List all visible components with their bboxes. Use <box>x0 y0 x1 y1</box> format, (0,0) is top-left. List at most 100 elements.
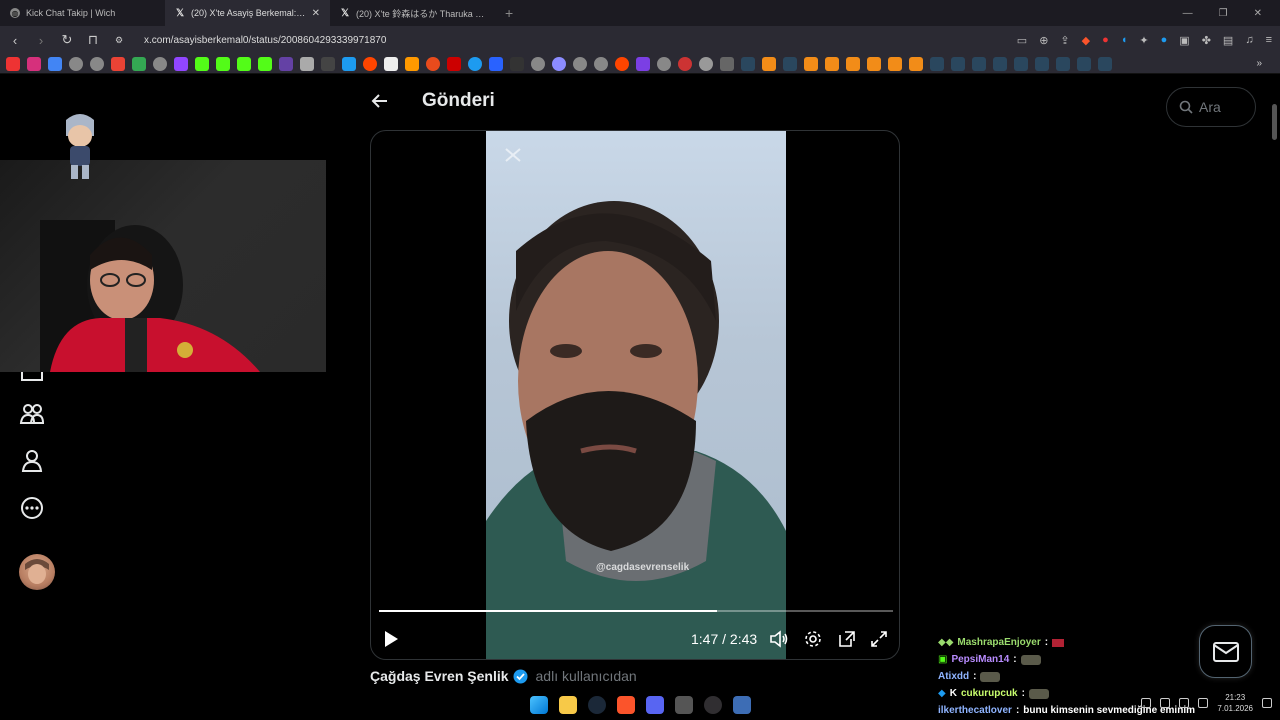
video-player[interactable]: @cagdasevrenselik 1:47 / 2:43 <box>370 130 900 660</box>
bookmark-icon[interactable] <box>867 56 881 71</box>
bookmark-icon[interactable] <box>699 56 713 71</box>
extensions-puzzle-icon[interactable]: ✤ <box>1202 34 1211 47</box>
playlist-icon[interactable]: ♫ <box>1245 34 1253 47</box>
discord-icon[interactable] <box>645 696 664 714</box>
page-scrollbar[interactable] <box>1272 104 1277 140</box>
twitch-bookmark-icon[interactable] <box>174 56 188 71</box>
brave-shield-icon[interactable]: ◆ <box>1082 34 1090 47</box>
x-bookmark-icon[interactable] <box>321 56 335 71</box>
bookmark-icon[interactable] <box>384 56 398 71</box>
volume-button[interactable] <box>765 625 793 653</box>
youtube-bookmark-icon[interactable] <box>6 56 20 71</box>
bookmark-icon[interactable] <box>762 56 776 71</box>
steam-bookmark-icon[interactable] <box>993 56 1007 71</box>
bookmark-icon[interactable] <box>489 56 503 71</box>
bookmark-icon[interactable] <box>405 56 419 71</box>
sidebar-item-profile[interactable] <box>18 447 46 475</box>
author-name[interactable]: Çağdaş Evren Şenlik <box>370 668 509 684</box>
app-icon[interactable] <box>674 696 693 714</box>
new-tab-button[interactable]: + <box>495 5 523 21</box>
menu-icon[interactable]: ≡ <box>1266 34 1272 47</box>
kick-bookmark-icon[interactable] <box>258 56 272 71</box>
site-info-icon[interactable]: ⚙ <box>112 35 126 46</box>
bookmark-icon[interactable] <box>909 56 923 71</box>
tray-icon[interactable] <box>1160 698 1171 708</box>
play-button[interactable] <box>377 625 405 653</box>
sidebar-item-partial[interactable] <box>18 362 46 390</box>
windows-start-icon[interactable] <box>529 696 548 714</box>
cast-icon[interactable]: ▭ <box>1017 34 1027 47</box>
steam-bookmark-icon[interactable] <box>1077 56 1091 71</box>
browser-tab-asayis[interactable]: 𝕏 (20) X'te Asayiş Berkemal: "Sanal ✕ <box>165 0 330 26</box>
sidebar-item-more[interactable] <box>18 494 46 522</box>
account-avatar[interactable] <box>19 554 55 590</box>
zoom-icon[interactable]: ⊕ <box>1039 34 1048 47</box>
bookmark-icon[interactable] <box>510 56 524 71</box>
steam-bookmark-icon[interactable] <box>930 56 944 71</box>
bookmark-icon[interactable] <box>48 56 62 71</box>
bookmark-icon[interactable] <box>468 56 482 71</box>
bookmark-icon[interactable] <box>636 56 650 71</box>
bookmark-icon[interactable]: ⊓ <box>86 32 100 48</box>
settings-button[interactable] <box>799 625 827 653</box>
search-input[interactable]: Ara <box>1166 87 1256 127</box>
bookmark-icon[interactable] <box>426 56 440 71</box>
extension-icon[interactable]: ● <box>1161 34 1168 47</box>
bookmark-icon[interactable] <box>678 56 692 71</box>
browser-tab-kick-chat[interactable]: ◍ Kick Chat Takip | Wich <box>0 0 165 26</box>
back-nav-icon[interactable]: ‹ <box>8 33 22 48</box>
bookmark-icon[interactable] <box>846 56 860 71</box>
steam-bookmark-icon[interactable] <box>1056 56 1070 71</box>
video-progress-bar[interactable] <box>379 610 893 612</box>
kick-bookmark-icon[interactable] <box>216 56 230 71</box>
steam-bookmark-icon[interactable] <box>741 56 755 71</box>
app-icon[interactable] <box>732 696 751 714</box>
bookmark-icon[interactable] <box>825 56 839 71</box>
forward-nav-icon[interactable]: › <box>34 33 48 48</box>
globe-bookmark-icon[interactable] <box>90 56 104 71</box>
share-icon[interactable]: ⇪ <box>1060 34 1069 47</box>
globe-bookmark-icon[interactable] <box>531 56 545 71</box>
bookmark-icon[interactable] <box>447 56 461 71</box>
globe-bookmark-icon[interactable] <box>69 56 83 71</box>
maximize-icon[interactable]: ❐ <box>1219 8 1228 19</box>
globe-bookmark-icon[interactable] <box>573 56 587 71</box>
extension-icon[interactable]: ● <box>1102 34 1109 47</box>
steam-bookmark-icon[interactable] <box>1035 56 1049 71</box>
steam-bookmark-icon[interactable] <box>783 56 797 71</box>
steam-bookmark-icon[interactable] <box>972 56 986 71</box>
reddit-bookmark-icon[interactable] <box>363 56 377 71</box>
close-window-icon[interactable]: ✕ <box>1254 8 1262 19</box>
brave-icon[interactable] <box>616 696 635 714</box>
globe-bookmark-icon[interactable] <box>657 56 671 71</box>
browser-tab-haruka[interactable]: 𝕏 (20) X'te 鈴森はるか Tharuka suzumori <box>330 0 495 26</box>
network-icon[interactable] <box>1179 698 1190 708</box>
steam-bookmark-icon[interactable] <box>1098 56 1112 71</box>
sidebar-item-communities[interactable] <box>18 400 46 428</box>
bookmark-icon[interactable] <box>888 56 902 71</box>
clock[interactable]: 21:23 7.01.2026 <box>1217 692 1253 714</box>
gmail-bookmark-icon[interactable] <box>111 56 125 71</box>
bookmark-icon[interactable] <box>279 56 293 71</box>
sidebar-icon[interactable]: ▤ <box>1223 34 1233 47</box>
kick-bookmark-icon[interactable] <box>237 56 251 71</box>
fullscreen-button[interactable] <box>865 625 893 653</box>
volume-icon[interactable] <box>1198 698 1209 708</box>
extension-icon[interactable]: ▣ <box>1179 34 1189 47</box>
steam-bookmark-icon[interactable] <box>951 56 965 71</box>
steam-icon[interactable] <box>587 696 606 714</box>
messages-button[interactable] <box>1199 625 1252 678</box>
url-field[interactable]: x.com/asayisberkemal0/status/20086042933… <box>144 35 386 46</box>
globe-bookmark-icon[interactable] <box>594 56 608 71</box>
steam-bookmark-icon[interactable] <box>1014 56 1028 71</box>
bookmark-icon[interactable] <box>300 56 314 71</box>
minimize-icon[interactable]: — <box>1183 8 1193 19</box>
back-button[interactable] <box>362 83 398 119</box>
bookmark-icon[interactable] <box>342 56 356 71</box>
audio-extension-icon[interactable]: ◖ <box>1121 34 1128 47</box>
popout-button[interactable] <box>833 625 861 653</box>
close-tab-icon[interactable]: ✕ <box>312 8 320 19</box>
reload-icon[interactable]: ↻ <box>60 32 74 48</box>
more-bookmarks-icon[interactable]: » <box>1256 58 1274 69</box>
extension-icon[interactable]: ✦ <box>1139 34 1148 47</box>
